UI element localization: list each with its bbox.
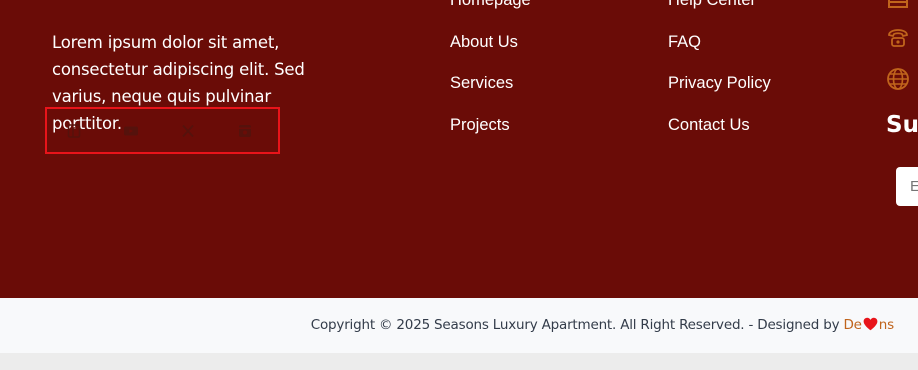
footer-link-contact-us[interactable]: Contact Us xyxy=(668,113,771,155)
support-links: Help Center FAQ Privacy Policy Contact U… xyxy=(668,0,771,154)
page-bottom-edge xyxy=(0,353,918,370)
footer-link-about-us[interactable]: About Us xyxy=(450,30,531,72)
footer-main: Lorem ipsum dolor sit amet, consectetur … xyxy=(0,0,918,298)
footer-link-projects[interactable]: Projects xyxy=(450,113,531,155)
youtube-icon[interactable] xyxy=(123,123,139,139)
footer-link-help-center[interactable]: Help Center xyxy=(668,0,771,30)
instagram-icon[interactable] xyxy=(237,123,253,139)
subscribe-email-input[interactable] xyxy=(896,167,918,206)
map-marker-icon xyxy=(886,0,910,14)
quick-links: Homepage About Us Services Projects xyxy=(450,0,531,154)
designer-link[interactable]: De ns xyxy=(843,317,894,333)
footer-link-homepage[interactable]: Homepage xyxy=(450,0,531,30)
heart-icon xyxy=(863,317,878,335)
globe-icon xyxy=(886,67,910,91)
designer-brand-end: ns xyxy=(878,317,894,333)
designer-brand-start: De xyxy=(843,317,862,333)
copyright-bar: Copyright © 2025 Seasons Luxury Apartmen… xyxy=(0,298,918,353)
copyright-label: Copyright © 2025 Seasons Luxury Apartmen… xyxy=(310,317,844,333)
footer-link-faq[interactable]: FAQ xyxy=(668,30,771,72)
subscribe-title: Subscribe xyxy=(886,112,918,138)
footer-link-services[interactable]: Services xyxy=(450,71,531,113)
social-links xyxy=(45,107,280,154)
x-icon[interactable] xyxy=(180,123,196,139)
copyright-text: Copyright © 2025 Seasons Luxury Apartmen… xyxy=(311,317,894,335)
footer-link-privacy-policy[interactable]: Privacy Policy xyxy=(668,71,771,113)
facebook-icon[interactable] xyxy=(66,123,82,139)
phone-icon xyxy=(886,26,910,50)
